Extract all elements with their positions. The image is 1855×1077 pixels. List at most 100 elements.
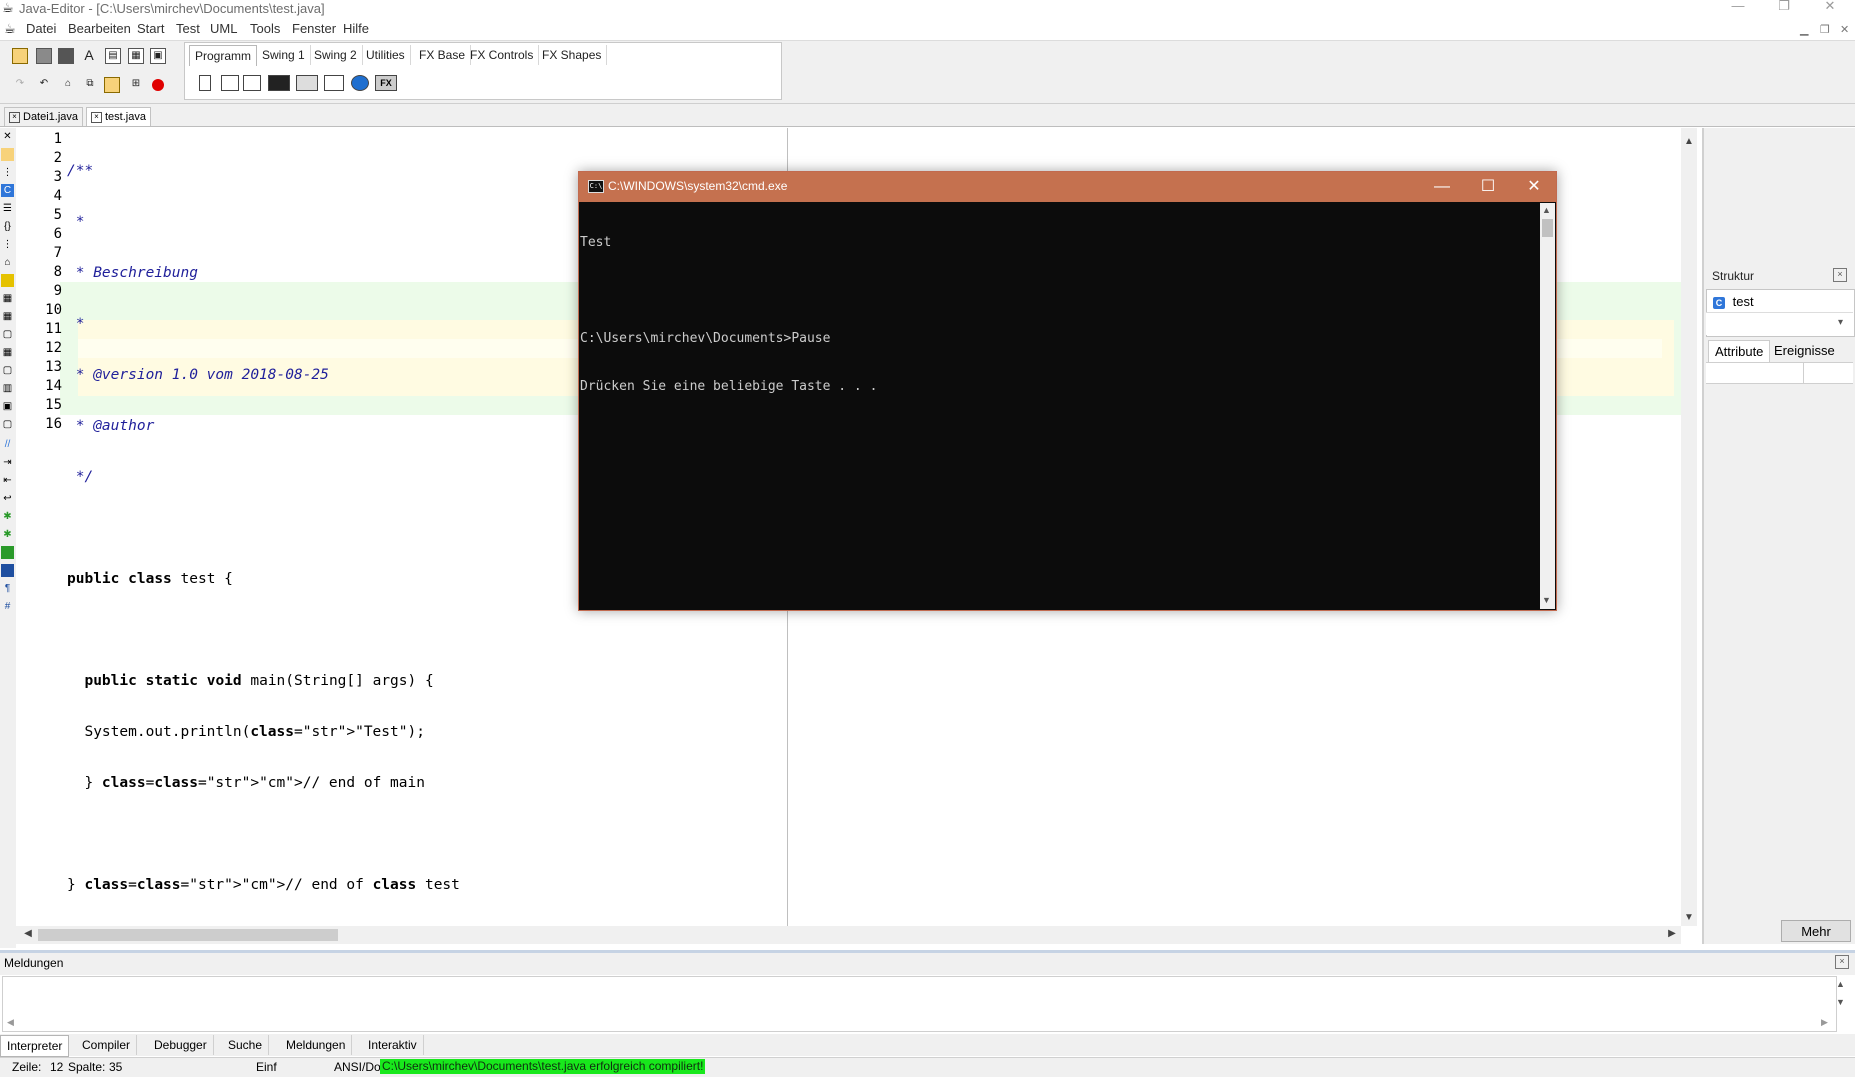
menu-tools[interactable]: Tools [250,21,280,36]
mdi-minimize-icon[interactable]: ▁ [1800,23,1808,36]
dots-icon[interactable]: ⋮ [1,238,14,251]
scroll-down-icon[interactable]: ▼ [1681,912,1697,923]
console-minimize-icon[interactable]: — [1419,172,1465,202]
open-folder-icon[interactable] [12,48,28,64]
tab-utilities[interactable]: Utilities [361,45,411,65]
wrap-icon[interactable]: ↩ [1,492,14,505]
grid-icon[interactable]: ▥ [1,382,14,395]
new-file-icon[interactable] [199,75,211,91]
redo-icon[interactable]: ↷ [12,77,28,93]
windows-icon[interactable]: ▦ [128,48,144,64]
structure-class-item[interactable]: C test [1713,294,1754,309]
frame-icon[interactable] [268,75,290,91]
structure-object-select[interactable]: ▾ [1706,312,1853,335]
hash-icon[interactable]: # [1,600,14,613]
applet-icon[interactable] [243,75,261,91]
dialog-icon[interactable] [296,75,318,91]
scroll-left-icon[interactable]: ◀ [7,1017,14,1028]
editor-horizontal-scrollbar[interactable]: ◀ ▶ [16,926,1681,944]
editor-vertical-scrollbar[interactable]: ▲ ▼ [1681,128,1697,926]
project-folder-icon[interactable] [104,77,120,93]
frame-icon[interactable]: ▢ [1,364,14,377]
structure-close-icon[interactable]: × [1833,268,1847,282]
dots-icon[interactable]: ⋮ [1,166,14,179]
save-icon[interactable] [36,48,52,64]
scroll-down-icon[interactable]: ▼ [1542,595,1551,605]
stop-icon[interactable] [152,79,164,91]
file-tab-test[interactable]: × test.java [86,107,151,126]
tab-debugger[interactable]: Debugger [148,1035,214,1055]
tab-meldungen[interactable]: Meldungen [280,1035,353,1055]
tab-compiler[interactable]: Compiler [76,1035,138,1055]
messages-close-icon[interactable]: × [1835,955,1849,969]
scroll-up-icon[interactable]: ▲ [1681,136,1697,147]
menu-bearbeiten[interactable]: Bearbeiten [68,21,131,36]
mdi-close-icon[interactable]: ✕ [1840,23,1849,36]
menu-start[interactable]: Start [137,21,164,36]
tab-swing-1[interactable]: Swing 1 [257,45,311,65]
table-icon[interactable]: ▦ [1,292,14,305]
mdi-restore-icon[interactable]: ❐ [1820,23,1830,36]
outdent-icon[interactable]: ⇤ [1,474,14,487]
menu-test[interactable]: Test [176,21,200,36]
tab-interpreter[interactable]: Interpreter [0,1035,70,1057]
console-close-icon[interactable]: ✕ [1511,172,1557,202]
book-icon[interactable] [1,546,14,559]
scroll-right-icon[interactable]: ▶ [1664,928,1680,939]
document-menu-icon[interactable]: ☕ [4,21,16,37]
tab-interaktiv[interactable]: Interaktiv [362,1035,424,1055]
tab-programm[interactable]: Programm [189,45,258,66]
tab-fx-base[interactable]: FX Base [414,45,472,65]
class-diagram-icon[interactable]: ⧉ [82,77,98,93]
braces-icon[interactable]: {} [1,220,14,233]
menu-datei[interactable]: Datei [26,21,56,36]
web-icon[interactable] [351,75,369,91]
close-tab-icon[interactable]: × [9,111,20,123]
scroll-thumb[interactable] [1542,219,1553,237]
panel-icon[interactable] [324,75,344,91]
scroll-right-icon[interactable]: ▶ [1821,1017,1828,1028]
messages-output[interactable]: ▲ ▼ ◀ ▶ [2,976,1845,1032]
table-icon[interactable]: ▦ [1,346,14,359]
more-button[interactable]: Mehr [1781,920,1851,942]
tab-fx-controls[interactable]: FX Controls [465,45,540,65]
bug-icon[interactable]: ✱ [1,510,14,523]
attribute-grid[interactable] [1706,362,1853,384]
try-icon[interactable]: ▣ [1,400,14,413]
console-app-icon[interactable] [221,75,239,91]
console-scrollbar[interactable]: ▲ ▼ [1540,203,1555,609]
scroll-up-icon[interactable]: ▲ [1542,205,1551,215]
minimize-button[interactable]: — [1715,0,1761,14]
console-output[interactable]: Test C:\Users\mirchev\Documents>Pause Dr… [580,203,1540,608]
tab-fx-shapes[interactable]: FX Shapes [537,45,608,65]
close-icon[interactable]: ✕ [1,130,14,143]
menu-hilfe[interactable]: Hilfe [343,21,369,36]
folder-icon[interactable] [1,148,14,161]
book-icon[interactable] [1,564,14,577]
tab-attribute[interactable]: Attribute [1708,340,1771,363]
console-maximize-icon[interactable]: ☐ [1465,172,1511,202]
tab-suche[interactable]: Suche [222,1035,270,1055]
lock-icon[interactable]: ⌂ [1,256,14,269]
close-button[interactable]: ✕ [1807,0,1853,14]
restore-button[interactable]: ❐ [1761,0,1807,14]
jar-icon[interactable]: ▣ [150,48,166,64]
new-class-icon[interactable]: ⊞ [128,77,144,93]
list-icon[interactable]: ☰ [1,202,14,215]
lock-icon[interactable]: ⌂ [60,77,76,93]
tab-ereignisse[interactable]: Ereignisse [1768,340,1841,362]
comment-icon[interactable]: // [1,438,14,451]
table-icon[interactable]: ▦ [1,310,14,323]
scroll-left-icon[interactable]: ◀ [20,928,36,939]
close-tab-icon[interactable]: × [91,111,102,123]
undo-icon[interactable]: ↶ [36,77,52,93]
color-bars-icon[interactable] [1,274,14,287]
scroll-thumb[interactable] [38,929,338,941]
menu-fenster[interactable]: Fenster [292,21,336,36]
tab-swing-2[interactable]: Swing 2 [309,45,363,65]
menu-uml[interactable]: UML [210,21,237,36]
frame-icon[interactable]: ▢ [1,328,14,341]
code-text[interactable]: /** * * Beschreibung * * @version 1.0 vo… [67,130,460,962]
bug-icon[interactable]: ✱ [1,528,14,541]
font-icon[interactable]: A [81,48,97,64]
